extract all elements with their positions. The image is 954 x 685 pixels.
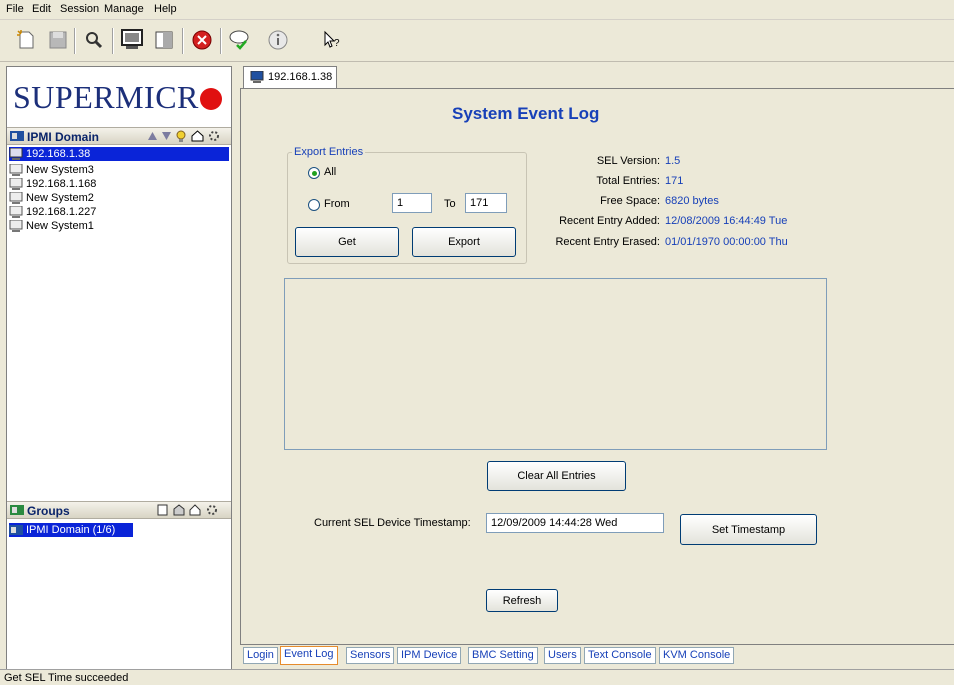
page-title: System Event Log <box>452 104 600 123</box>
menu-manage[interactable]: Manage <box>104 3 144 15</box>
computer-icon <box>9 163 23 176</box>
domain-header-title: IPMI Domain <box>27 130 100 144</box>
session-tab-label: 192.168.1.38 <box>268 71 333 83</box>
timestamp-input[interactable]: 12/09/2009 14:44:28 Wed <box>486 513 664 533</box>
from-input[interactable]: 1 <box>392 193 432 213</box>
set-timestamp-button[interactable]: Set Timestamp <box>680 514 817 545</box>
computer-icon <box>9 219 23 232</box>
domain-icon <box>9 524 23 536</box>
total-entries-value: 171 <box>665 175 684 187</box>
system-item[interactable]: 192.168.1.168 <box>9 177 96 191</box>
tab-ipm-device[interactable]: IPM Device <box>397 647 462 664</box>
event-log-list[interactable] <box>284 278 827 450</box>
toolbar: ? <box>0 20 954 62</box>
new-icon[interactable] <box>12 26 40 54</box>
menu-help[interactable]: Help <box>154 3 177 15</box>
move-up-icon[interactable] <box>147 131 158 144</box>
logo-area: SUPERMICR <box>7 67 231 123</box>
menu-bar: File Edit Session Manage Help <box>0 0 954 20</box>
all-radio[interactable] <box>308 167 320 179</box>
group-item-selected[interactable]: IPMI Domain (1/6) <box>9 523 133 537</box>
recent-added-value: 12/08/2009 16:44:49 Tue <box>665 215 788 227</box>
search-icon[interactable] <box>80 26 108 54</box>
system-item[interactable]: 192.168.1.227 <box>9 205 96 219</box>
system-item-selected[interactable]: 192.168.1.38 <box>9 147 229 161</box>
help-pointer-icon[interactable]: ? <box>318 26 346 54</box>
recent-added-label: Recent Entry Added: <box>559 215 660 227</box>
domain-icon <box>10 130 24 145</box>
window-icon[interactable] <box>150 26 178 54</box>
recent-erased-value: 01/01/1970 00:00:00 Thu <box>665 236 788 248</box>
computer-icon <box>9 177 23 190</box>
from-radio[interactable] <box>308 199 320 211</box>
tab-event-log[interactable]: Event Log <box>280 646 338 665</box>
menu-session[interactable]: Session <box>60 3 99 15</box>
session-tab[interactable]: 192.168.1.38 <box>243 66 337 88</box>
domain-header: IPMI Domain <box>7 127 231 145</box>
menu-edit[interactable]: Edit <box>32 3 51 15</box>
tab-login[interactable]: Login <box>243 647 278 664</box>
clear-all-entries-button[interactable]: Clear All Entries <box>487 461 626 491</box>
computer-icon <box>9 205 23 218</box>
settings-icon[interactable] <box>207 129 221 146</box>
system-item[interactable]: New System3 <box>9 163 94 177</box>
group-members-icon[interactable] <box>173 504 185 519</box>
save-icon[interactable] <box>44 26 72 54</box>
supermicro-logo: SUPERMICR <box>13 79 222 116</box>
move-down-icon[interactable] <box>161 131 172 144</box>
groups-icon <box>10 504 24 519</box>
computer-icon <box>9 147 23 160</box>
tab-users[interactable]: Users <box>544 647 581 664</box>
status-text: Get SEL Time succeeded <box>4 672 129 684</box>
sel-version-value: 1.5 <box>665 155 681 167</box>
stop-icon[interactable] <box>188 26 216 54</box>
menu-file[interactable]: File <box>6 3 24 15</box>
bottom-tab-bar: Login Event Log Sensors IPM Device BMC S… <box>240 645 954 665</box>
discover-icon[interactable] <box>175 129 187 146</box>
timestamp-label: Current SEL Device Timestamp: <box>314 517 471 529</box>
group-home-icon[interactable] <box>189 504 201 519</box>
group-settings-icon[interactable] <box>205 503 219 520</box>
groups-header-title: Groups <box>27 504 70 518</box>
system-item[interactable]: New System1 <box>9 219 94 233</box>
free-space-label: Free Space: <box>600 195 660 207</box>
to-label: To <box>444 198 456 210</box>
total-entries-label: Total Entries: <box>596 175 660 187</box>
export-entries-legend: Export Entries <box>294 146 364 158</box>
computer-icon <box>9 191 23 204</box>
info-icon[interactable] <box>264 26 292 54</box>
get-button[interactable]: Get <box>295 227 399 257</box>
home-icon[interactable] <box>191 130 204 145</box>
navigation-panel: SUPERMICR IPMI Domain 192.168.1.38 New S… <box>6 66 232 670</box>
free-space-value: 6820 bytes <box>665 195 719 207</box>
splitter-handle[interactable] <box>232 66 240 88</box>
monitor-icon[interactable] <box>118 26 146 54</box>
computer-icon <box>250 70 264 86</box>
from-radio-label: From <box>324 198 350 210</box>
add-group-icon[interactable] <box>157 504 169 519</box>
groups-header: Groups <box>7 501 231 519</box>
sel-version-label: SEL Version: <box>596 155 660 167</box>
tab-kvm-console[interactable]: KVM Console <box>659 647 735 664</box>
tab-sensors[interactable]: Sensors <box>346 647 395 664</box>
recent-erased-label: Recent Entry Erased: <box>555 236 660 248</box>
chat-check-icon[interactable] <box>226 26 254 54</box>
system-item[interactable]: New System2 <box>9 191 94 205</box>
tab-text-console[interactable]: Text Console <box>584 647 656 664</box>
status-bar: Get SEL Time succeeded <box>0 669 954 685</box>
refresh-button[interactable]: Refresh <box>486 589 558 612</box>
all-radio-label: All <box>324 166 337 178</box>
tab-bmc-setting[interactable]: BMC Setting <box>468 647 538 664</box>
svg-text:?: ? <box>334 38 340 49</box>
